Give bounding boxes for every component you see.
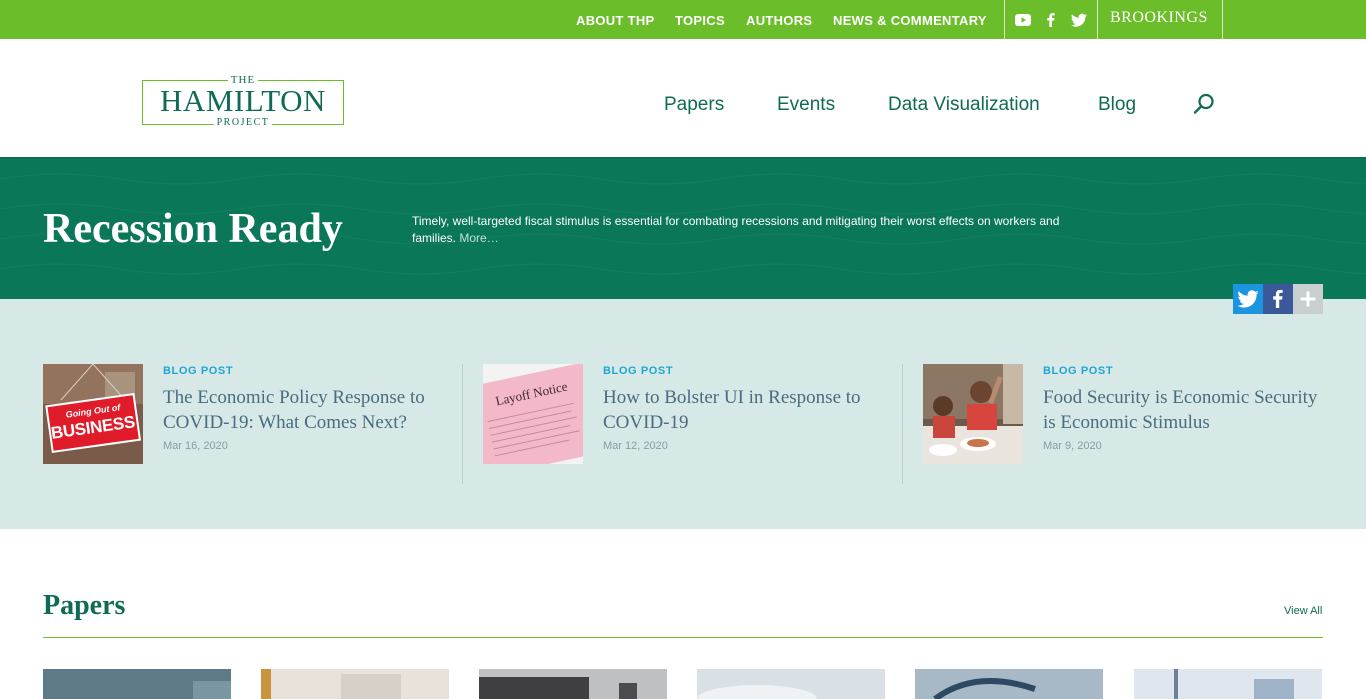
post-type-label: BLOG POST <box>603 365 674 377</box>
card-divider <box>902 364 903 484</box>
utility-link-news-commentary[interactable]: NEWS & COMMENTARY <box>833 13 987 28</box>
hero-more-link[interactable]: More… <box>459 231 498 245</box>
utility-divider <box>1222 0 1223 39</box>
blog-post-title[interactable]: How to Bolster UI in Response to COVID-1… <box>603 385 893 435</box>
post-type-label: BLOG POST <box>1043 365 1114 377</box>
paper-thumbnail[interactable] <box>479 669 667 699</box>
facebook-icon[interactable] <box>1041 10 1061 30</box>
blog-post-title[interactable]: The Economic Policy Response to COVID-19… <box>163 385 453 435</box>
blog-card[interactable]: BLOG POST Food Security is Economic Secu… <box>923 364 1343 484</box>
brookings-link[interactable]: BROOKINGS <box>1110 9 1208 27</box>
paper-thumbnail[interactable] <box>915 669 1103 699</box>
hero-description-text: Timely, well-targeted fiscal stimulus is… <box>412 214 1060 245</box>
hero-title: Recession Ready <box>43 206 343 252</box>
blog-card[interactable]: Layoff Notice BLOG POST How to Bolster U… <box>483 364 903 484</box>
paper-thumbnail-image <box>933 678 1036 699</box>
utility-link-topics[interactable]: TOPICS <box>675 13 725 28</box>
paper-thumbnail[interactable] <box>43 669 231 699</box>
logo-project-text: PROJECT <box>213 117 273 128</box>
twitter-icon[interactable] <box>1069 10 1089 30</box>
blog-thumbnail-food-security[interactable] <box>923 364 1023 464</box>
paper-thumbnail-image <box>697 685 817 699</box>
logo-project: PROJECT <box>142 117 344 128</box>
share-more-button[interactable] <box>1293 284 1323 314</box>
layoff-notice-image <box>483 364 583 464</box>
logo-wordmark: HAMILTON <box>160 83 326 118</box>
twitter-icon <box>1237 290 1259 308</box>
utility-link-about[interactable]: ABOUT THP <box>576 13 655 28</box>
blog-post-date: Mar 16, 2020 <box>163 440 228 452</box>
paper-thumbnail[interactable] <box>1134 669 1322 699</box>
utility-link-authors[interactable]: AUTHORS <box>746 13 812 28</box>
utility-divider <box>1097 0 1098 39</box>
paper-thumbnail[interactable] <box>697 669 885 699</box>
nav-papers[interactable]: Papers <box>664 94 724 116</box>
utility-divider <box>1004 0 1005 39</box>
featured-blog-band: Going Out of BUSINESS BLOG POST The Econ… <box>0 299 1366 529</box>
children-eating-image <box>923 364 1023 464</box>
plus-icon <box>1300 291 1316 307</box>
blog-post-date: Mar 9, 2020 <box>1043 440 1102 452</box>
paper-thumbnail-image <box>479 677 637 699</box>
facebook-icon <box>1273 289 1283 308</box>
hamilton-project-logo[interactable]: THE HAMILTON PROJECT <box>142 74 344 130</box>
blog-post-title[interactable]: Food Security is Economic Security is Ec… <box>1043 385 1333 435</box>
blog-thumbnail-layoff-notice[interactable]: Layoff Notice <box>483 364 583 464</box>
hero-description: Timely, well-targeted fiscal stimulus is… <box>412 213 1082 247</box>
blog-card[interactable]: Going Out of BUSINESS BLOG POST The Econ… <box>43 364 463 484</box>
youtube-icon[interactable] <box>1013 10 1033 30</box>
share-facebook-button[interactable] <box>1263 284 1293 314</box>
paper-thumbnail[interactable] <box>261 669 449 699</box>
papers-section-heading: Papers <box>43 590 126 621</box>
blog-thumbnail-going-out-of-business[interactable]: Going Out of BUSINESS <box>43 364 143 464</box>
blog-post-date: Mar 12, 2020 <box>603 440 668 452</box>
site-header: THE HAMILTON PROJECT Papers Events Data … <box>0 39 1366 159</box>
top-utility-bar: ABOUT THP TOPICS AUTHORS NEWS & COMMENTA… <box>0 0 1366 39</box>
nav-events[interactable]: Events <box>777 94 835 116</box>
hero-banner: Recession Ready Timely, well-targeted fi… <box>0 159 1366 299</box>
paper-thumbnail-image <box>261 669 401 699</box>
post-type-label: BLOG POST <box>163 365 234 377</box>
card-divider <box>462 364 463 484</box>
view-all-papers-link[interactable]: View All <box>1284 605 1322 617</box>
share-twitter-button[interactable] <box>1233 284 1263 314</box>
papers-divider <box>43 637 1323 638</box>
nav-blog[interactable]: Blog <box>1098 94 1136 116</box>
nav-data-visualization[interactable]: Data Visualization <box>888 94 1040 116</box>
search-icon[interactable] <box>1192 92 1216 116</box>
paper-thumbnail-image <box>1174 669 1294 699</box>
paper-thumbnail-image <box>193 681 231 699</box>
